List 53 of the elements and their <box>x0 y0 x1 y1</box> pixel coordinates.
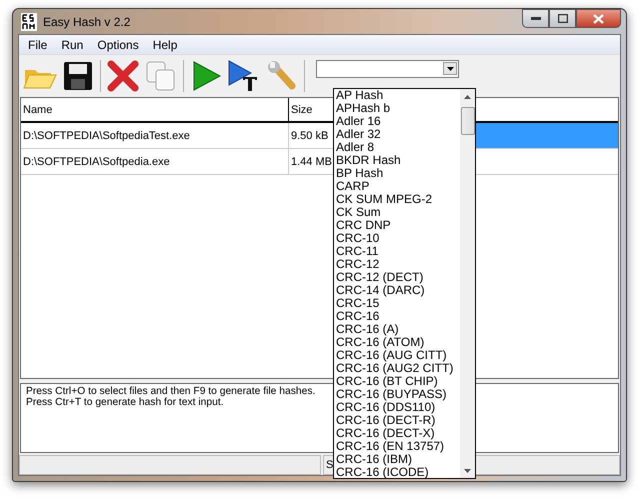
dropdown-item[interactable]: CRC-16 (AUG2 CITT) <box>336 362 460 375</box>
maximize-icon <box>558 14 568 23</box>
dropdown-item[interactable]: CRC-16 (A) <box>336 323 460 336</box>
scroll-thumb[interactable] <box>460 107 474 135</box>
dropdown-item[interactable]: CK SUM MPEG-2 <box>336 193 460 206</box>
dropdown-item[interactable]: CRC-14 (DARC) <box>336 284 460 297</box>
output-line: Press Ctr+T to generate hash for text input. <box>26 397 224 408</box>
dropdown-item[interactable]: CARP <box>336 180 460 193</box>
copy-pages-icon <box>145 60 177 92</box>
file-path-cell: D:\SOFTPEDIA\Softpedia.exe <box>21 149 289 174</box>
close-button[interactable] <box>576 9 621 28</box>
dropdown-item[interactable]: CRC-12 (DECT) <box>336 271 460 284</box>
dropdown-item[interactable]: CRC-12 <box>336 258 460 271</box>
dropdown-item[interactable]: BKDR Hash <box>336 154 460 167</box>
dropdown-item[interactable]: CRC-16 (BUYPASS) <box>336 388 460 401</box>
maximize-button[interactable] <box>549 9 576 28</box>
window-title: Easy Hash v 2.2 <box>43 14 130 28</box>
dropdown-item[interactable]: CRC-16 <box>336 310 460 323</box>
menu-item[interactable]: Run <box>54 38 90 52</box>
caret-icon <box>446 66 454 70</box>
scrollbar[interactable] <box>460 89 475 478</box>
output-line: Press Ctrl+O to select files and then F9 to generate file hashes. <box>26 386 316 397</box>
dropdown-item[interactable]: CK Sum <box>336 206 460 219</box>
app-logo-icon <box>21 12 37 30</box>
dropdown-item[interactable]: APHash b <box>336 102 460 115</box>
dropdown-item[interactable]: CRC-16 (IBM) <box>336 453 460 466</box>
menu-item[interactable]: File <box>21 38 54 52</box>
menu-item[interactable]: Help <box>146 38 184 52</box>
hash-select-field[interactable] <box>316 60 459 78</box>
dropdown-item[interactable]: CRC-16 (DECT-X) <box>336 427 460 440</box>
minimize-button[interactable] <box>522 9 549 28</box>
dropdown-item[interactable]: CRC-15 <box>336 297 460 310</box>
dropdown-item[interactable]: AP Hash <box>336 89 460 102</box>
scroll-down-icon <box>464 469 471 473</box>
dropdown-item[interactable]: CRC-16 (ICODE) <box>336 466 460 479</box>
dropdown-item[interactable]: CRC-16 (DECT-R) <box>336 414 460 427</box>
delete-icon <box>107 60 139 92</box>
minimize-icon <box>530 16 540 20</box>
menu-item[interactable]: Options <box>90 38 146 52</box>
dropdown-item[interactable]: CRC-10 <box>336 232 460 245</box>
dropdown-item[interactable]: CRC-16 (AUG CITT) <box>336 349 460 362</box>
dropdown-item[interactable]: CRC-16 (ATOM) <box>336 336 460 349</box>
dropdown-item[interactable]: CRC-11 <box>336 245 460 258</box>
status-text: S <box>326 459 334 471</box>
scroll-up-icon <box>464 95 471 99</box>
file-path-cell: D:\SOFTPEDIA\SoftpediaTest.exe <box>21 123 289 148</box>
dropdown-item[interactable]: CRC DNP <box>336 219 460 232</box>
close-icon <box>593 14 604 24</box>
dropdown-item[interactable]: CRC-16 (EN 13757) <box>336 440 460 453</box>
column-header[interactable]: Name <box>21 98 289 121</box>
dropdown-item[interactable]: CRC-16 (DDS110) <box>336 401 460 414</box>
dropdown-item[interactable]: CRC-16 (BT CHIP) <box>336 375 460 388</box>
wrench-icon <box>266 60 298 92</box>
